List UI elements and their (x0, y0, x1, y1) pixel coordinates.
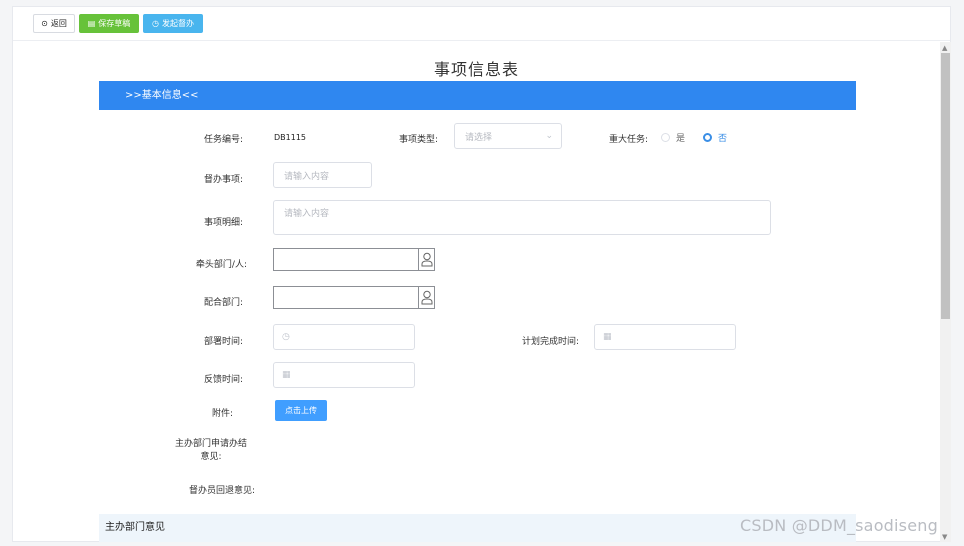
plan-finish-label: 计划完成时间: (521, 337, 579, 347)
item-detail-textarea[interactable]: 请输入内容 (273, 200, 771, 235)
lead-dept-picker[interactable] (273, 248, 435, 271)
major-task-label: 重大任务: (608, 135, 648, 145)
lead-dept-label: 牵头部门/人: (195, 260, 247, 270)
feedback-time-input[interactable]: ▦ (273, 362, 415, 388)
host-apply-label: 主办部门申请办结 意见: (163, 438, 259, 464)
item-type-label: 事项类型: (398, 135, 438, 145)
coop-dept-label: 配合部门: (203, 298, 243, 308)
item-detail-placeholder: 请输入内容 (284, 209, 330, 219)
deploy-time-label: 部署时间: (203, 337, 243, 347)
person-icon (421, 252, 433, 267)
start-supervise-button[interactable]: ◷ 发起督办 (143, 14, 203, 33)
floppy-icon: ▤ (87, 18, 96, 28)
supervise-item-label: 督办事项: (203, 175, 243, 185)
clock-icon: ◷ (152, 18, 159, 28)
item-type-select[interactable]: 请选择 ⌄ (454, 123, 562, 149)
calendar-icon: ▦ (603, 332, 612, 342)
back-button[interactable]: ⊙ 返回 (33, 14, 75, 33)
scrollbar-thumb[interactable] (941, 53, 950, 319)
clock-icon: ◷ (282, 332, 290, 342)
submit-label: 发起督办 (161, 19, 194, 28)
coop-dept-person-button[interactable] (418, 286, 435, 309)
plan-finish-date-input[interactable]: ▦ (594, 324, 736, 350)
form-scroll-area[interactable]: 事项信息表 >>基本信息<< 任务编号: DB1115 事项类型: 请选择 ⌄ … (13, 42, 940, 542)
calendar-icon: ▦ (282, 370, 291, 380)
major-yes-radio[interactable] (661, 133, 670, 142)
person-icon (421, 290, 433, 305)
vertical-scrollbar[interactable]: ▲ ▼ (940, 42, 951, 542)
toolbar: ⊙ 返回 ▤ 保存草稿 ◷ 发起督办 (13, 7, 950, 41)
host-apply-label-line2: 意见: (200, 452, 222, 462)
task-no-value: DB1115 (274, 133, 307, 142)
chevron-down-icon: ⌄ (545, 131, 553, 141)
task-no-label: 任务编号: (203, 135, 243, 145)
major-no-label[interactable]: 否 (718, 131, 727, 144)
save-label: 保存草稿 (98, 19, 131, 28)
circle-dot-icon: ⊙ (41, 18, 48, 28)
attachment-label: 附件: (211, 409, 233, 419)
coop-dept-picker[interactable] (273, 286, 435, 309)
page-title: 事项信息表 (433, 60, 519, 79)
major-no-radio[interactable] (703, 133, 713, 142)
scroll-up-icon[interactable]: ▲ (942, 44, 947, 52)
item-type-placeholder: 请选择 (465, 132, 493, 143)
back-label: 返回 (50, 19, 67, 28)
feedback-time-label: 反馈时间: (203, 375, 243, 385)
save-draft-button[interactable]: ▤ 保存草稿 (79, 14, 139, 33)
upload-button[interactable]: 点击上传 (275, 400, 327, 421)
section-basic-info: >>基本信息<< (99, 81, 856, 110)
lead-dept-person-button[interactable] (418, 248, 435, 271)
major-task-radio-group: 是 否 (661, 131, 739, 144)
deploy-time-input[interactable]: ◷ (273, 324, 415, 350)
scroll-down-icon[interactable]: ▼ (942, 533, 947, 541)
item-detail-label: 事项明细: (203, 218, 243, 228)
officer-return-label: 督办员回退意见: (188, 486, 255, 496)
supervise-item-placeholder: 请输入内容 (284, 171, 330, 182)
host-apply-label-line1: 主办部门申请办结 (174, 439, 247, 449)
supervise-item-input[interactable]: 请输入内容 (273, 162, 372, 188)
watermark: CSDN @DDM_saodiseng (740, 516, 938, 535)
major-yes-label[interactable]: 是 (676, 131, 685, 144)
app-frame: ⊙ 返回 ▤ 保存草稿 ◷ 发起督办 事项信息表 >>基本信息<< 任务编号: … (12, 6, 951, 542)
